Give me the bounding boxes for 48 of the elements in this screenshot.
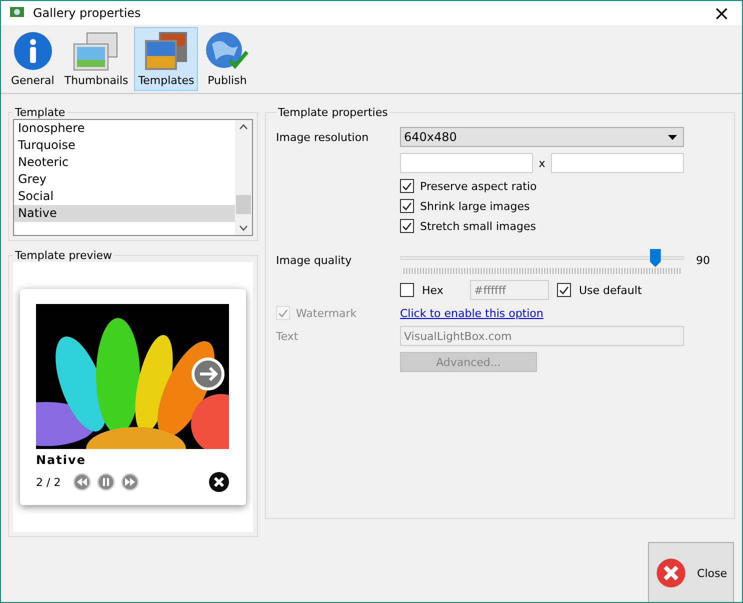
window-title: Gallery properties [33,6,142,20]
group-title: Template [14,106,66,119]
slider-thumb[interactable] [650,249,661,267]
group-title: Template preview [14,249,114,262]
scrollbar-thumb[interactable] [236,195,251,214]
pause-icon[interactable] [96,473,115,491]
list-item[interactable]: Ionosphere [14,120,235,137]
toolbar-tab[interactable]: Templates [134,27,198,91]
checkbox-label: Preserve aspect ratio [420,180,537,192]
checkbox-label: Watermark [296,306,357,320]
field-label: Image resolution [276,130,370,144]
width-field[interactable] [400,153,533,173]
list-item[interactable]: Grey [14,171,235,188]
separator-label: x [538,156,546,170]
slider-value: 90 [696,254,711,267]
image-counter: 2 / 2 [36,476,61,488]
photo-caption: Native [36,453,87,467]
checkbox[interactable] [400,219,414,233]
caret-icon [668,134,677,140]
close-icon[interactable] [208,471,230,493]
close-button[interactable]: × [709,1,734,25]
list-item[interactable]: Turquoise [14,137,235,154]
toolbar-tab[interactable]: Publish [200,27,254,91]
toolbar-tab[interactable]: Thumbnails [60,27,132,91]
list-item[interactable]: Social [14,188,235,205]
toolbar-tab[interactable]: General [7,27,58,91]
fast-forward-icon[interactable] [120,473,139,491]
checkbox-label: Use default [579,284,642,296]
checkbox-label: Shrink large images [420,200,530,212]
height-field[interactable] [551,153,684,173]
checkbox[interactable] [557,283,571,297]
field-label: Image quality [276,254,353,267]
checkbox-label: Hex [422,284,444,296]
list-item[interactable]: Neoteric [14,154,235,171]
rewind-icon[interactable] [72,473,91,491]
field-label: Text [276,330,300,342]
close-dialog-button[interactable]: Close [648,542,734,602]
globe-check-icon [204,30,250,72]
checkbox[interactable] [400,283,414,297]
checkbox[interactable] [400,199,414,213]
checkbox-label: Stretch small images [420,220,536,232]
resolution-dropdown[interactable]: 640x480 [400,127,684,147]
list-item[interactable]: Native [14,205,235,222]
info-icon [12,30,54,72]
checkbox[interactable] [400,179,414,193]
scrollbar[interactable] [235,120,252,235]
group-title: Template properties [277,106,389,119]
quality-slider[interactable] [400,247,684,274]
